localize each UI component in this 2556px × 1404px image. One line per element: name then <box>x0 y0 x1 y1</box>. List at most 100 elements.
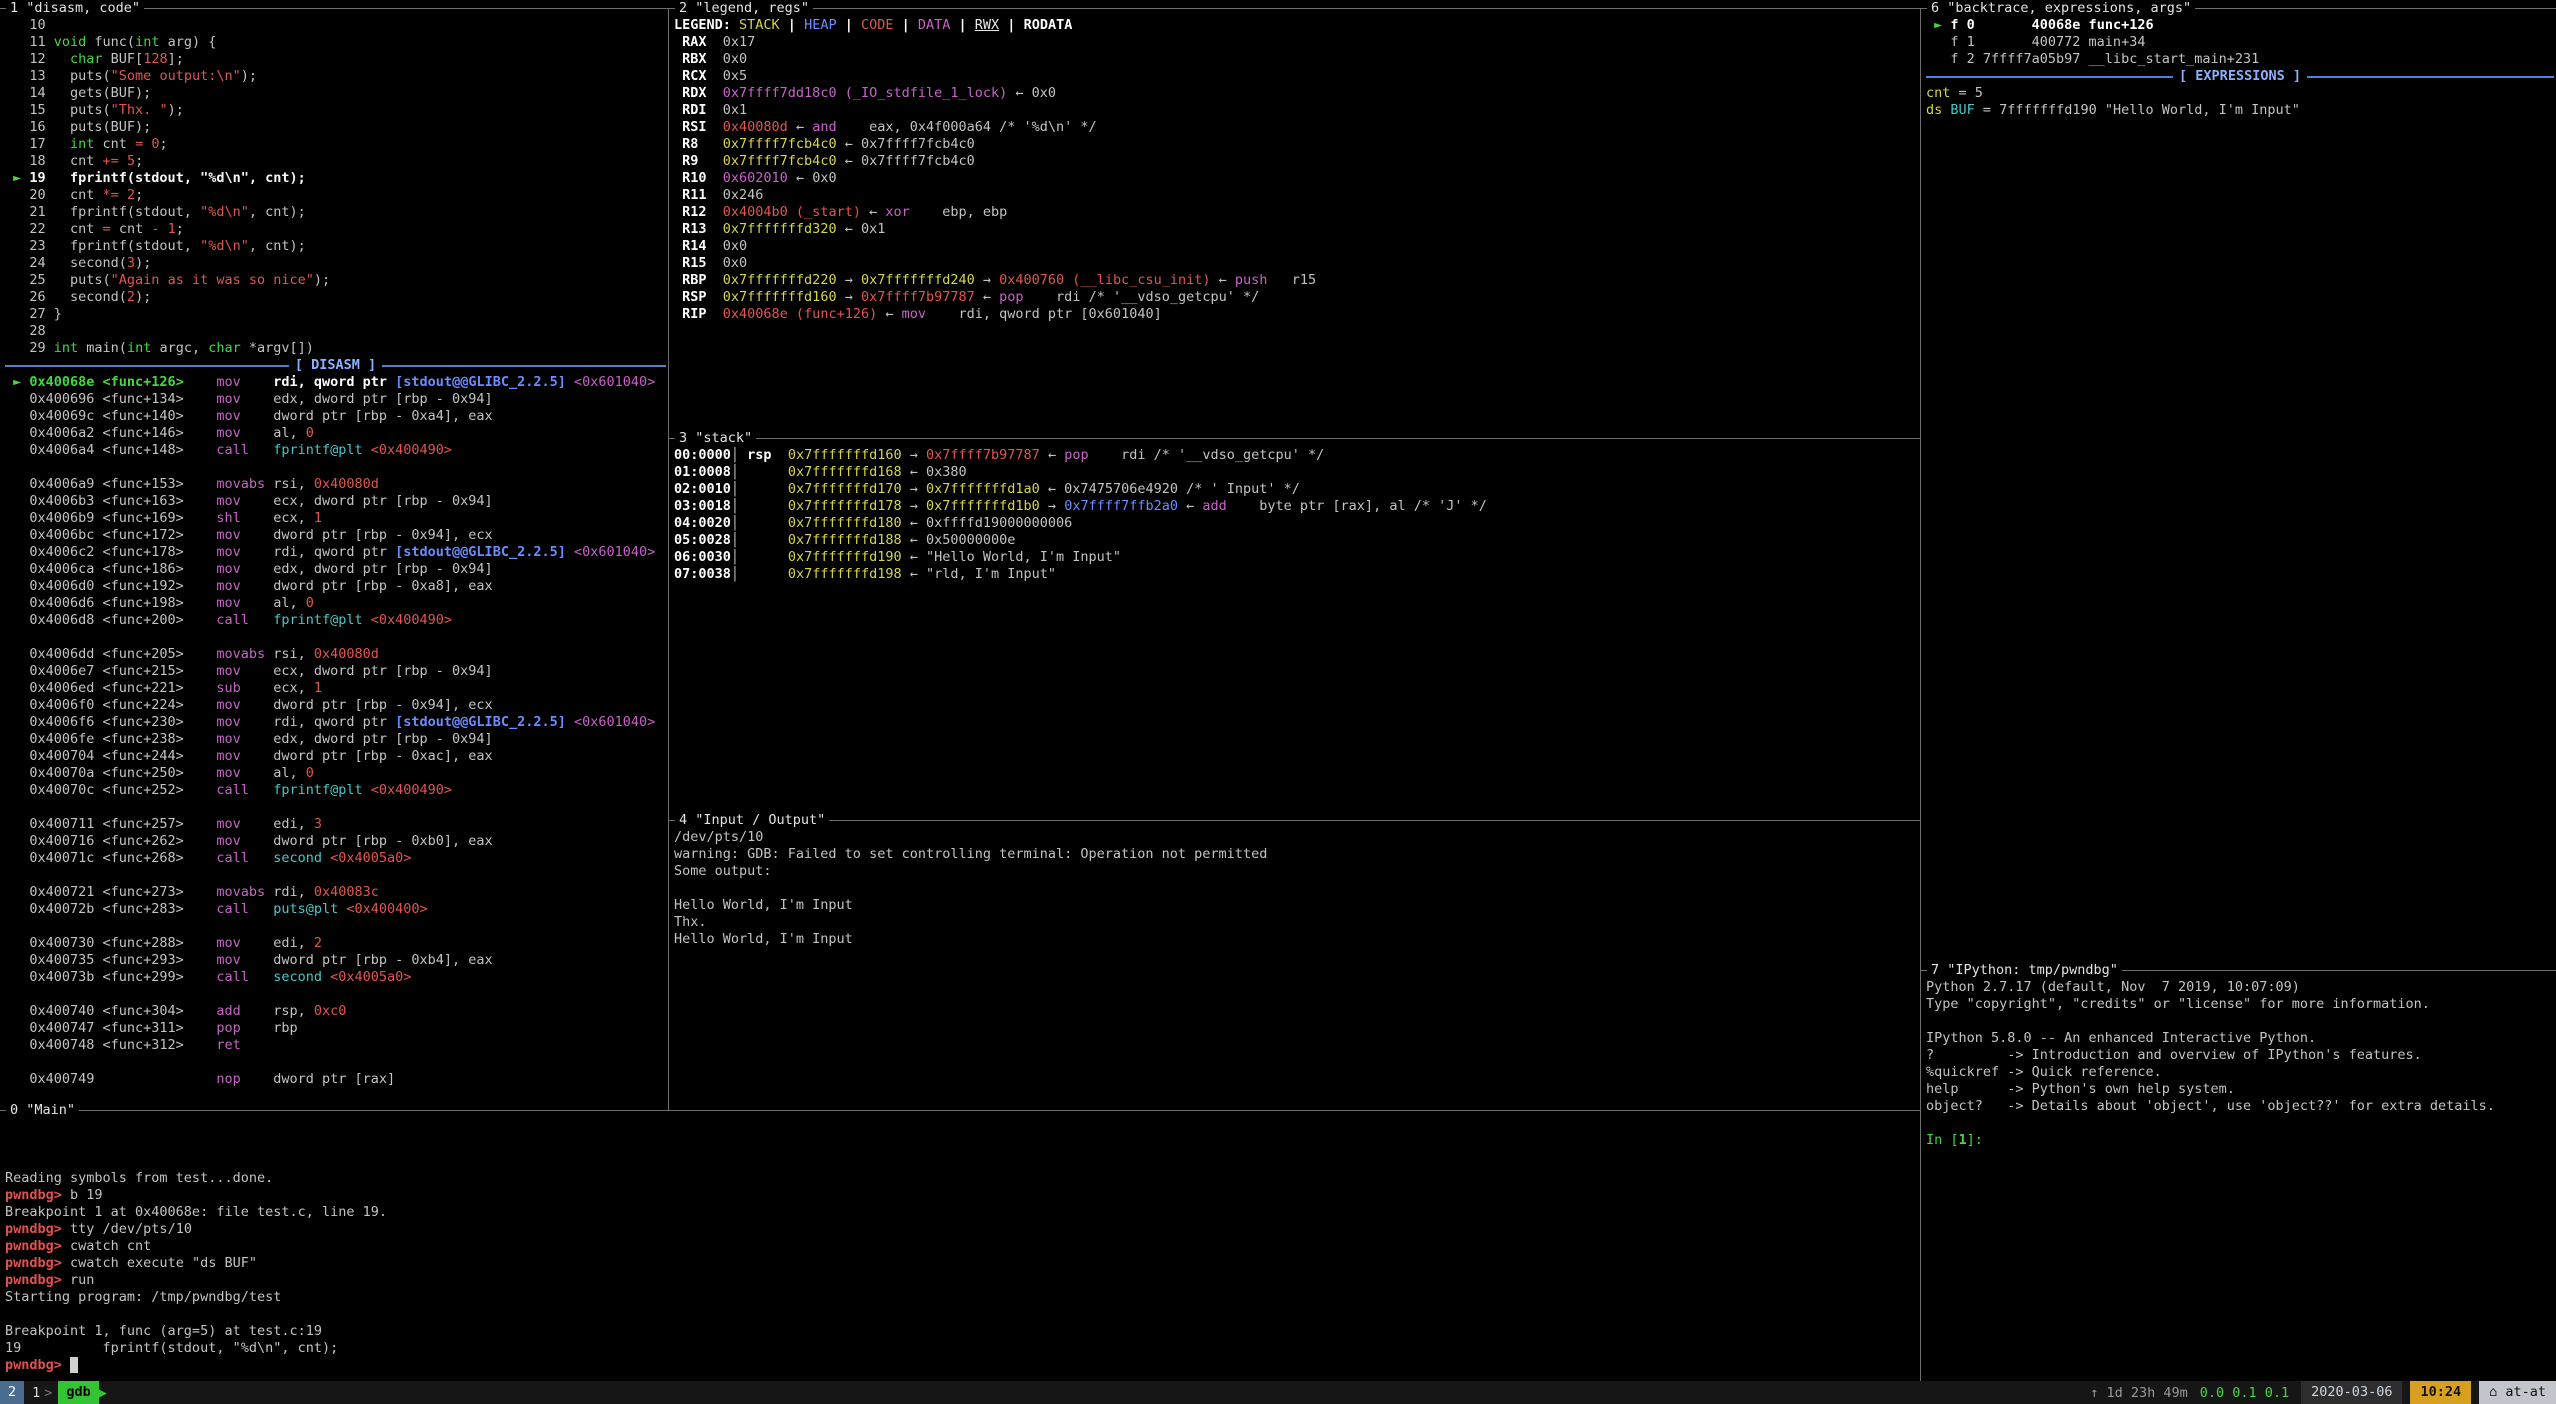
terminal-line: 13 puts("Some output:\n"); <box>5 68 666 85</box>
terminal-line: 10 <box>5 17 666 34</box>
terminal-line: 0x400749 nop dword ptr [rax] <box>5 1071 666 1088</box>
terminal-line <box>5 1054 666 1071</box>
status-hostname: ⌂ at-at <box>2479 1381 2556 1404</box>
terminal-line: pwndbg> b 19 <box>5 1187 1918 1204</box>
terminal-line: 0x4006d6 <func+198> mov al, 0 <box>5 595 666 612</box>
terminal-line: 0x4006b3 <func+163> mov ecx, dword ptr [… <box>5 493 666 510</box>
pane-title-backtrace: 6 "backtrace, expressions, args" <box>1927 0 2195 17</box>
terminal-line: 12 char BUF[128]; <box>5 51 666 68</box>
terminal-line: Hello World, I'm Input <box>674 897 1918 914</box>
terminal-line: ► f 0 40068e func+126 <box>1926 17 2554 34</box>
terminal-line: Reading symbols from test...done. <box>5 1170 1918 1187</box>
terminal-line <box>1926 1115 2554 1132</box>
terminal-line <box>5 867 666 884</box>
pane-io-body[interactable]: /dev/pts/10warning: GDB: Failed to set c… <box>674 829 1918 1102</box>
pane-regs-body[interactable]: LEGEND: STACK | HEAP | CODE | DATA | RWX… <box>674 17 1918 430</box>
status-time: 10:24 <box>2410 1381 2471 1404</box>
terminal-line: R15 0x0 <box>674 255 1918 272</box>
terminal-line: LEGEND: STACK | HEAP | CODE | DATA | RWX… <box>674 17 1918 34</box>
terminal-line: 21 fprintf(stdout, "%d\n", cnt); <box>5 204 666 221</box>
load-average: 0.0 0.1 0.1 <box>2200 1385 2301 1401</box>
terminal-line: pwndbg> <box>5 1357 1918 1374</box>
status-right: ↑ 1d 23h 49m 0.0 0.1 0.1 2020-03-06 10:2… <box>2090 1381 2556 1404</box>
terminal-line: 0x400740 <func+304> add rsp, 0xc0 <box>5 1003 666 1020</box>
terminal-line: 06:0030│ 0x7fffffffd190 ← "Hello World, … <box>674 549 1918 566</box>
pane-ipython: 7 "IPython: tmp/pwndbg" Python 2.7.17 (d… <box>1921 962 2556 1381</box>
terminal-line: f 2 7ffff7a05b97 __libc_start_main+231 <box>1926 51 2554 68</box>
terminal-line: 0x400747 <func+311> pop rbp <box>5 1020 666 1037</box>
terminal-line: RIP 0x40068e (func+126) ← mov rdi, qword… <box>674 306 1918 323</box>
terminal-line <box>5 1119 1918 1136</box>
terminal-line <box>5 1136 1918 1153</box>
terminal-line: In [1]: <box>1926 1132 2554 1149</box>
terminal-line <box>5 629 666 646</box>
pane-main: 0 "Main" Reading symbols from test...don… <box>0 1102 1920 1381</box>
terminal-line: 0x4006dd <func+205> movabs rsi, 0x40080d <box>5 646 666 663</box>
terminal-line: Starting program: /tmp/pwndbg/test <box>5 1289 1918 1306</box>
terminal-line: 0x400711 <func+257> mov edi, 3 <box>5 816 666 833</box>
terminal-line: 0x400704 <func+244> mov dword ptr [rbp -… <box>5 748 666 765</box>
terminal-line: 0x4006ed <func+221> sub ecx, 1 <box>5 680 666 697</box>
pane-border <box>669 8 1920 9</box>
pane-stack-body[interactable]: 00:0000│ rsp 0x7fffffffd160 → 0x7ffff7b9… <box>674 447 1918 812</box>
pane-io: 4 "Input / Output" /dev/pts/10warning: G… <box>669 812 1920 1102</box>
pane-regs: 2 "legend, regs" LEGEND: STACK | HEAP | … <box>669 0 1920 430</box>
tmux-window-index: 1 <box>24 1385 44 1401</box>
terminal-line: 0x4006e7 <func+215> mov ecx, dword ptr [… <box>5 663 666 680</box>
pane-disasm-body[interactable]: 10 11 void func(int arg) { 12 char BUF[1… <box>5 17 666 1102</box>
pane-border-vertical-left[interactable] <box>668 8 669 1110</box>
terminal-line <box>5 1153 1918 1170</box>
terminal-line: 04:0020│ 0x7fffffffd180 ← 0xffffd1900000… <box>674 515 1918 532</box>
pane-ipython-body[interactable]: Python 2.7.17 (default, Nov 7 2019, 10:0… <box>1926 979 2554 1381</box>
pane-main-body[interactable]: Reading symbols from test...done.pwndbg>… <box>5 1119 1918 1381</box>
chevron-right-icon: > <box>44 1385 58 1401</box>
pane-title-ipython: 7 "IPython: tmp/pwndbg" <box>1927 962 2122 979</box>
terminal-line: help -> Python's own help system. <box>1926 1081 2554 1098</box>
terminal-line: pwndbg> run <box>5 1272 1918 1289</box>
section-divider: [ DISASM ] <box>5 357 666 374</box>
terminal-line: RAX 0x17 <box>674 34 1918 51</box>
terminal-line: pwndbg> tty /dev/pts/10 <box>5 1221 1918 1238</box>
pane-backtrace-body[interactable]: ► f 0 40068e func+126 f 1 400772 main+34… <box>1926 17 2554 962</box>
pane-title-regs: 2 "legend, regs" <box>675 0 813 17</box>
terminal-screen: 1 "disasm, code" 10 11 void func(int arg… <box>0 0 2556 1404</box>
pane-border-vertical-right[interactable] <box>1920 8 1921 1381</box>
terminal-line: 0x400696 <func+134> mov edx, dword ptr [… <box>5 391 666 408</box>
status-date: 2020-03-06 <box>2301 1381 2402 1404</box>
terminal-line: 0x4006fe <func+238> mov edx, dword ptr [… <box>5 731 666 748</box>
terminal-line: ► 19 fprintf(stdout, "%d\n", cnt); <box>5 170 666 187</box>
pane-backtrace: 6 "backtrace, expressions, args" ► f 0 4… <box>1921 0 2556 962</box>
terminal-line: IPython 5.8.0 -- An enhanced Interactive… <box>1926 1030 2554 1047</box>
terminal-line: Breakpoint 1, func (arg=5) at test.c:19 <box>5 1323 1918 1340</box>
terminal-line: Python 2.7.17 (default, Nov 7 2019, 10:0… <box>1926 979 2554 996</box>
terminal-line: 20 cnt *= 2; <box>5 187 666 204</box>
terminal-line: 0x400721 <func+273> movabs rdi, 0x40083c <box>5 884 666 901</box>
terminal-line: R8 0x7ffff7fcb4c0 ← 0x7ffff7fcb4c0 <box>674 136 1918 153</box>
terminal-line: ds BUF = 7fffffffd190 "Hello World, I'm … <box>1926 102 2554 119</box>
terminal-line: 0x400716 <func+262> mov dword ptr [rbp -… <box>5 833 666 850</box>
terminal-line: %quickref -> Quick reference. <box>1926 1064 2554 1081</box>
pane-title-main: 0 "Main" <box>6 1102 79 1119</box>
terminal-line: R14 0x0 <box>674 238 1918 255</box>
tmux-session-badge[interactable]: 2 <box>0 1381 24 1404</box>
terminal-line: 0x400735 <func+293> mov dword ptr [rbp -… <box>5 952 666 969</box>
terminal-line: R12 0x4004b0 (_start) ← xor ebp, ebp <box>674 204 1918 221</box>
terminal-line: RSI 0x40080d ← and eax, 0x4f000a64 /* '%… <box>674 119 1918 136</box>
terminal-line: 0x400730 <func+288> mov edi, 2 <box>5 935 666 952</box>
pane-border <box>669 438 1920 439</box>
terminal-line: 22 cnt = cnt - 1; <box>5 221 666 238</box>
terminal-line: R13 0x7fffffffd320 ← 0x1 <box>674 221 1918 238</box>
terminal-line: 05:0028│ 0x7fffffffd188 ← 0x50000000e <box>674 532 1918 549</box>
terminal-line: 0x4006d8 <func+200> call fprintf@plt <0x… <box>5 612 666 629</box>
pane-title-io: 4 "Input / Output" <box>675 812 829 829</box>
pane-title-disasm: 1 "disasm, code" <box>6 0 144 17</box>
terminal-line: 0x4006bc <func+172> mov dword ptr [rbp -… <box>5 527 666 544</box>
terminal-line: 17 int cnt = 0; <box>5 136 666 153</box>
tmux-window-gdb[interactable]: gdb <box>58 1381 98 1404</box>
tmux-status-bar: 2 1 > gdb ▶ ↑ 1d 23h 49m 0.0 0.1 0.1 202… <box>0 1381 2556 1404</box>
terminal-line: 29 int main(int argc, char *argv[]) <box>5 340 666 357</box>
terminal-line: object? -> Details about 'object', use '… <box>1926 1098 2554 1115</box>
terminal-line: pwndbg> cwatch cnt <box>5 1238 1918 1255</box>
terminal-line: f 1 400772 main+34 <box>1926 34 2554 51</box>
terminal-line: 0x4006a4 <func+148> call fprintf@plt <0x… <box>5 442 666 459</box>
